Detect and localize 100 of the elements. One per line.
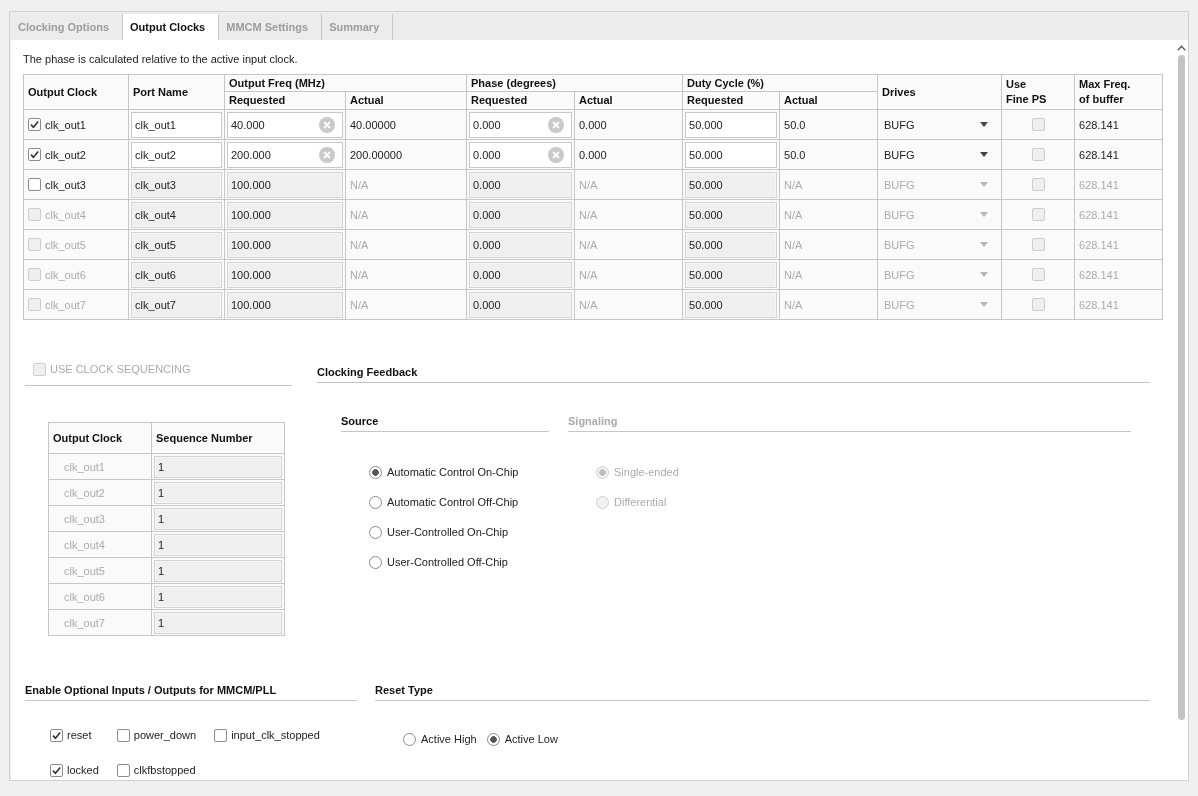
table-cell: 200.00000 [345,139,467,170]
column-header: Sequence Number [151,422,285,454]
caret-icon [980,122,988,127]
port-name-field[interactable]: clk_out2 [131,141,222,168]
column-header: Output Freq (MHz) [224,74,467,92]
table-cell: 0.000 [574,139,683,170]
clock-label: clk_out1 [45,117,86,132]
clock-label: clk_out7 [45,297,86,312]
table-cell: N/A [345,229,467,260]
port-name-field[interactable]: clk_out3 [131,171,222,198]
radio-label: Active Low [504,732,558,746]
table-cell: N/A [345,169,467,200]
duty-cycle-field[interactable]: 50.000 [685,171,777,198]
tab[interactable]: Output Clocks [123,14,220,40]
table-cell: N/A [779,199,878,230]
section-title: Reset Type [375,684,433,696]
radio-button[interactable] [369,525,382,539]
section-title: Clocking Feedback [317,366,418,378]
checkbox[interactable] [28,148,41,161]
clock-label: clk_out5 [45,237,86,252]
checkbox[interactable] [116,728,130,742]
phase-field[interactable]: 0.000 [469,141,572,168]
checkbox[interactable] [28,178,41,191]
radio-button[interactable] [403,732,416,746]
clock-label: clk_out2 [45,147,86,162]
table-cell: 628.141 [1074,169,1163,200]
radio-button[interactable] [369,555,382,569]
radio-label: User-Controlled Off-Chip [387,555,508,569]
table-cell: N/A [574,199,683,230]
column-header: Output Clock [23,74,129,110]
frequency-field[interactable]: 40.000 [227,111,343,138]
clock-label: clk_out4 [45,207,86,222]
frequency-field[interactable]: 200.000 [227,141,343,168]
column-header: Output Clock [48,422,152,454]
checkbox[interactable] [214,728,228,742]
column-header: Port Name [128,74,225,110]
table-cell: 40.00000 [345,109,467,140]
table-cell: 50.0 [779,109,878,140]
table-cell: 628.141 [1074,229,1163,260]
table-cell: N/A [779,289,878,320]
table-cell: N/A [779,229,878,260]
clear-icon [548,146,564,163]
table-cell: N/A [574,169,683,200]
section-title: Signaling [568,415,618,427]
scrollbar-thumb[interactable] [1177,55,1185,720]
port-name-field[interactable]: clk_out1 [131,111,222,138]
caret-icon [980,152,988,157]
checkbox[interactable] [116,763,130,777]
checkbox-label: input_clk_stopped [231,728,320,742]
checkbox-label: clkfbstopped [133,763,196,777]
table-cell: N/A [779,169,878,200]
caret-icon [980,182,988,187]
radio-label: Differential [614,495,667,509]
table-cell: clk_out2 [48,479,152,506]
section-title: Source [341,415,379,427]
checkbox[interactable] [28,118,41,131]
table-cell: clk_out5 [48,557,152,584]
table-cell: 628.141 [1074,139,1163,170]
table-cell: 50.0 [779,139,878,170]
clear-icon [319,116,335,133]
table-cell: clk_out6 [48,583,152,610]
radio-label: User-Controlled On-Chip [387,525,509,539]
scroll-up-icon[interactable] [1176,45,1186,51]
table-cell: 628.141 [1074,199,1163,230]
phase-field[interactable]: 0.000 [469,171,572,198]
column-header: Duty Cycle (%) [682,74,878,92]
caret-icon [980,212,988,217]
caret-icon [980,242,988,247]
radio-label: Single-ended [614,465,679,479]
info-text: The phase is calculated relative to the active input clock. [23,52,299,67]
table-cell: N/A [779,259,878,290]
phase-field[interactable]: 0.000 [469,111,572,138]
caret-icon [980,302,988,307]
duty-cycle-field[interactable]: 50.000 [685,141,777,168]
radio-label: Automatic Control Off-Chip [387,495,519,509]
table-cell: N/A [345,289,467,320]
checkbox[interactable] [50,728,63,742]
frequency-field[interactable]: 100.000 [227,171,343,198]
table-cell: 0.000 [574,109,683,140]
table-cell: clk_out7 [48,609,152,636]
table-cell: N/A [345,259,467,290]
column-header: Phase (degrees) [466,74,683,92]
radio-button[interactable] [486,732,500,746]
clear-icon [548,116,564,133]
table-cell: clk_out3 [48,505,152,532]
caret-icon [980,272,988,277]
section-title: Enable Optional Inputs / Outputs for MMCM/PLL [25,684,277,696]
clear-icon [319,146,335,163]
radio-button[interactable] [369,495,382,509]
column-header: Drives [877,74,1002,110]
radio-label: Active High [421,732,477,746]
duty-cycle-field[interactable]: 50.000 [685,111,777,138]
table-cell: N/A [574,229,683,260]
table-cell: N/A [574,289,683,320]
table-cell: 628.141 [1074,109,1163,140]
radio-button[interactable] [369,465,382,479]
checkbox-label: reset [67,728,92,742]
clock-label: clk_out3 [45,177,86,192]
checkbox[interactable] [50,763,63,777]
table-cell: N/A [345,199,467,230]
